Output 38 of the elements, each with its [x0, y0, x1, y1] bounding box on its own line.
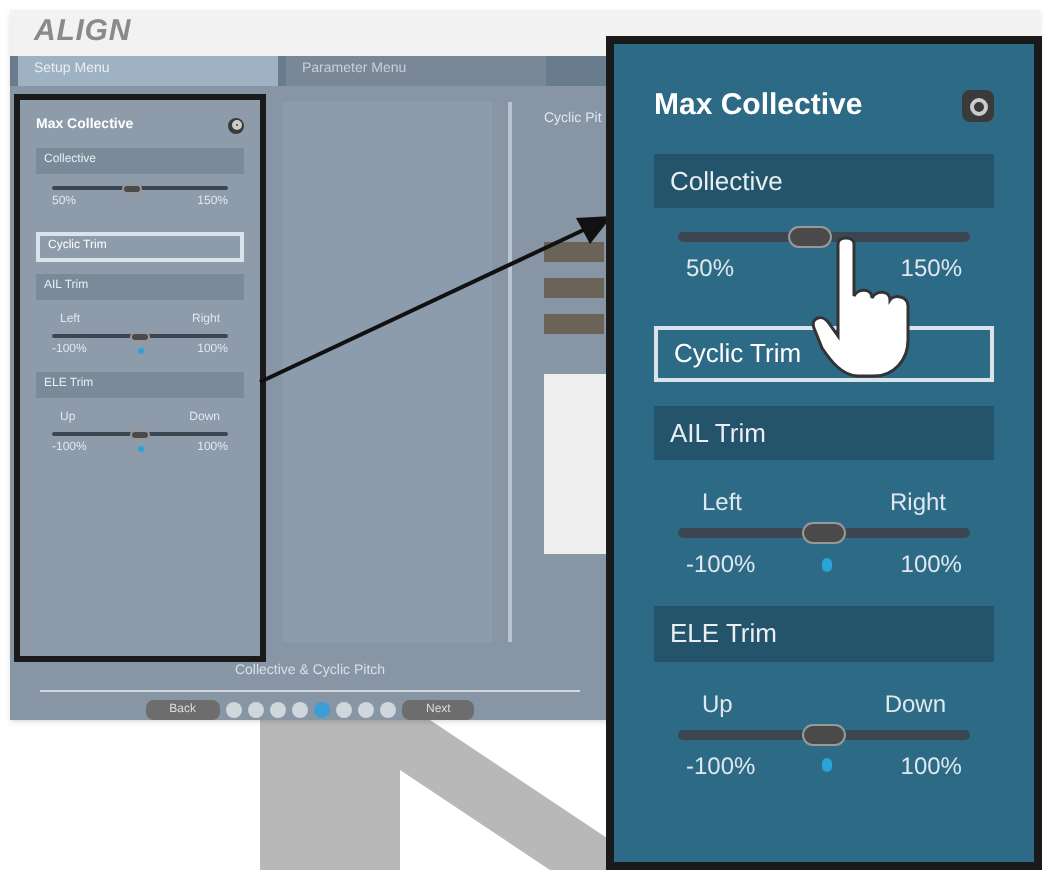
- slider-thumb[interactable]: [802, 723, 846, 745]
- page-dot[interactable]: [336, 702, 352, 718]
- faded-button[interactable]: [544, 242, 604, 262]
- section-header: ELE Trim: [654, 606, 994, 661]
- slider-max-value: 100%: [900, 749, 962, 783]
- slider-label: Right: [889, 486, 946, 520]
- slider-min-value: -100%: [686, 548, 756, 582]
- settings-icon[interactable]: [962, 90, 994, 123]
- slider-label: Up: [702, 687, 733, 721]
- page-dot[interactable]: [226, 702, 242, 718]
- logo: ALIGN: [34, 12, 132, 52]
- slider-track[interactable]: [678, 232, 970, 242]
- center-marker-icon: [138, 348, 145, 354]
- slider-min-value: 50%: [686, 252, 735, 286]
- slider-thumb[interactable]: [802, 522, 846, 544]
- section-header: AIL Trim: [654, 405, 994, 460]
- slider-max-value: 150%: [900, 252, 962, 286]
- settings-icon[interactable]: [228, 117, 244, 134]
- center-marker-icon: [822, 557, 833, 571]
- panel-title: Max Collective: [654, 86, 863, 126]
- slider-thumb[interactable]: [130, 429, 150, 439]
- page-dot[interactable]: [358, 702, 374, 718]
- center-marker-icon: [138, 446, 145, 452]
- slider-min-value: -100%: [686, 749, 756, 783]
- page-dot[interactable]: [248, 702, 264, 718]
- slider-track[interactable]: [678, 528, 970, 538]
- page-dot[interactable]: [270, 702, 286, 718]
- page-dot[interactable]: [380, 702, 396, 718]
- page-dot[interactable]: [314, 702, 330, 718]
- page-dot[interactable]: [292, 702, 308, 718]
- slider-thumb[interactable]: [787, 226, 832, 248]
- slider-thumb[interactable]: [130, 331, 150, 341]
- center-marker-icon: [822, 758, 833, 772]
- slider-thumb[interactable]: [121, 183, 142, 193]
- section-header: Collective: [654, 153, 994, 208]
- slider-max-value: 100%: [900, 548, 962, 582]
- slider-label: Left: [702, 486, 743, 520]
- slider-label: Down: [884, 687, 946, 721]
